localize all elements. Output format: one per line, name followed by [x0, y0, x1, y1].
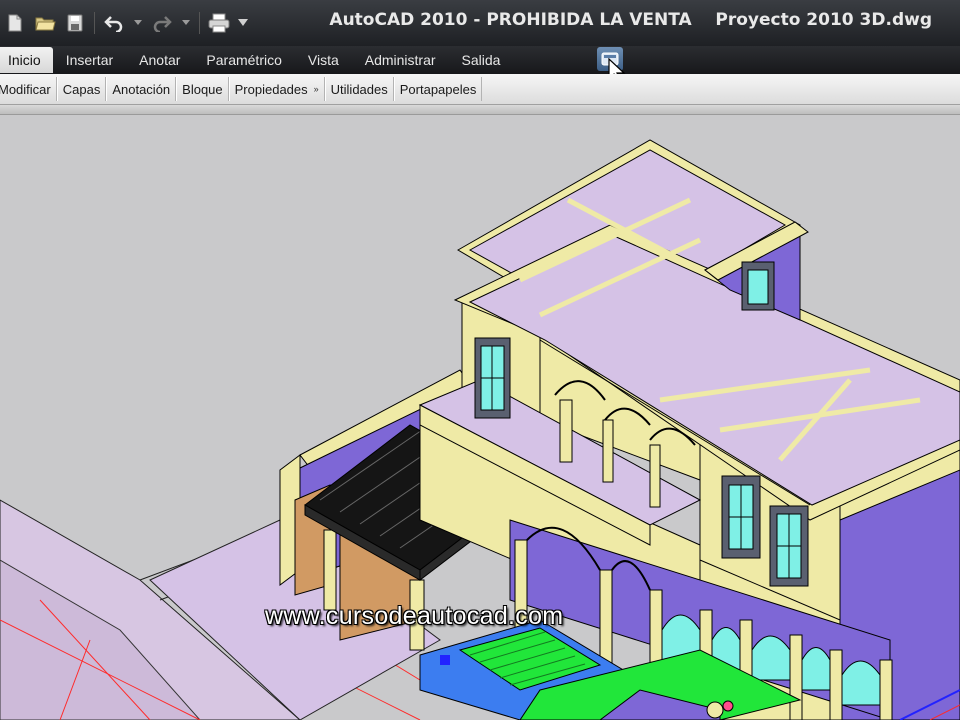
- toolbar-separator: [94, 12, 95, 34]
- new-file-icon[interactable]: [2, 10, 28, 36]
- panel-propiedades[interactable]: Propiedades »: [228, 77, 325, 101]
- panel-anotacion[interactable]: Anotación: [106, 77, 177, 101]
- tab-salida[interactable]: Salida: [449, 47, 514, 73]
- redo-dropdown-icon[interactable]: [179, 10, 193, 36]
- undo-dropdown-icon[interactable]: [131, 10, 145, 36]
- open-folder-icon[interactable]: [32, 10, 58, 36]
- panel-bloque[interactable]: Bloque: [176, 77, 229, 101]
- tab-inicio[interactable]: Inicio: [0, 47, 53, 73]
- redo-icon[interactable]: [149, 10, 175, 36]
- customize-dropdown-icon[interactable]: [236, 10, 250, 36]
- panel-portapapeles[interactable]: Portapapeles: [393, 77, 483, 101]
- title-bar: AutoCAD 2010 - PROHIBIDA LA VENTA Proyec…: [0, 0, 960, 46]
- panel-capas[interactable]: Capas: [56, 77, 107, 101]
- save-icon[interactable]: [62, 10, 88, 36]
- tab-vista[interactable]: Vista: [295, 47, 352, 73]
- tab-parametrico[interactable]: Paramétrico: [193, 47, 294, 73]
- ribbon-panel-bar: Modificar Capas Anotación Bloque Propied…: [0, 74, 960, 105]
- ribbon-bottom-strip: [0, 105, 960, 115]
- plot-icon[interactable]: [206, 10, 232, 36]
- watermark-text: www.cursodeautocad.com: [265, 602, 564, 630]
- tab-anotar[interactable]: Anotar: [126, 47, 193, 73]
- quick-access-toolbar: [0, 6, 250, 40]
- ribbon-tab-bar: Inicio Insertar Anotar Paramétrico Vista…: [0, 46, 960, 74]
- window-title: AutoCAD 2010 - PROHIBIDA LA VENTA Proyec…: [329, 10, 932, 30]
- tab-insertar[interactable]: Insertar: [53, 47, 126, 73]
- undo-icon[interactable]: [101, 10, 127, 36]
- panel-expand-icon[interactable]: »: [314, 84, 319, 94]
- panel-modificar[interactable]: Modificar: [0, 77, 57, 101]
- toolbar-separator: [199, 12, 200, 34]
- tab-administrar[interactable]: Administrar: [352, 47, 449, 73]
- panel-utilidades[interactable]: Utilidades: [324, 77, 394, 101]
- panel-propiedades-label: Propiedades: [234, 81, 308, 97]
